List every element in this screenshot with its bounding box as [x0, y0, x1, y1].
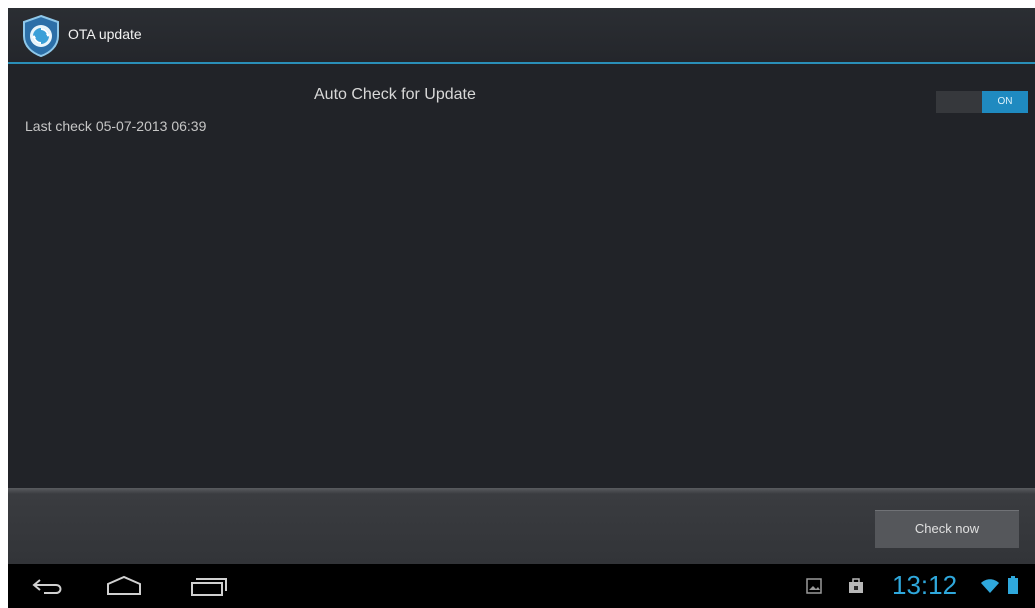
battery-icon	[1008, 576, 1018, 594]
status-clock: 13:12	[892, 570, 958, 600]
preference-list: Auto Check for Update Last check 05-07-2…	[8, 66, 1035, 488]
last-check-summary: Last check 05-07-2013 06:39	[25, 118, 207, 134]
wifi-icon	[981, 579, 999, 593]
ota-shield-icon[interactable]	[20, 14, 62, 58]
gallery-notification-icon[interactable]	[806, 578, 822, 594]
back-icon[interactable]	[30, 574, 68, 598]
briefcase-notification-icon[interactable]	[848, 578, 864, 594]
check-now-button[interactable]: Check now	[875, 510, 1019, 548]
app-title: OTA update	[68, 26, 142, 42]
system-nav-bar: 13:12	[8, 564, 1035, 608]
auto-check-toggle[interactable]: ON	[936, 91, 1028, 113]
auto-check-title: Auto Check for Update	[314, 86, 476, 103]
home-icon[interactable]	[104, 574, 144, 598]
action-bar: OTA update	[8, 8, 1035, 64]
recent-apps-icon[interactable]	[188, 574, 230, 598]
button-bar: Check now	[8, 488, 1035, 564]
android-screen: OTA update Auto Check for Update Last ch…	[8, 8, 1035, 608]
toggle-on-label: ON	[982, 91, 1028, 113]
